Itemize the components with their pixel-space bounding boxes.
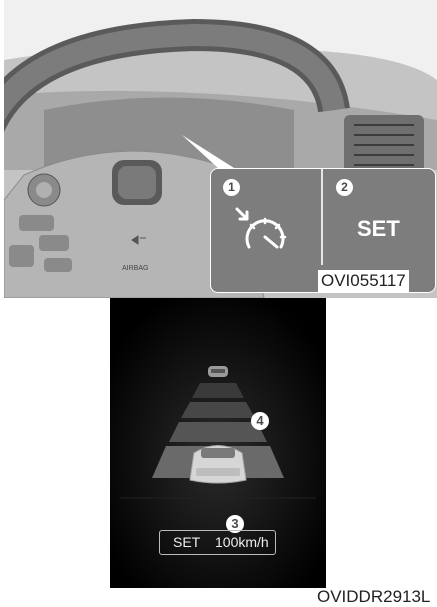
set-speed-value: 100km/h [215,534,269,550]
cluster-display-figure: 4 3 SET 100km/h [110,298,326,588]
figure-code-2: OVIDDR2913L [317,587,431,606]
marker-2: 2 [336,179,353,196]
callout-divider [321,169,323,265]
set-label: SET [357,216,400,241]
set-speed-label: SET [173,534,201,550]
figure-code-1: OVI055117 [318,270,409,292]
svg-text:AIRBAG: AIRBAG [122,265,148,272]
marker-4: 4 [251,412,269,430]
steering-wheel-figure: AIRBAG 1 2 SET OVI055117 [4,0,437,298]
marker-1: 1 [223,179,240,196]
cruise-control-icon [235,207,295,257]
set-speed-box: SET 100km/h [159,530,276,555]
